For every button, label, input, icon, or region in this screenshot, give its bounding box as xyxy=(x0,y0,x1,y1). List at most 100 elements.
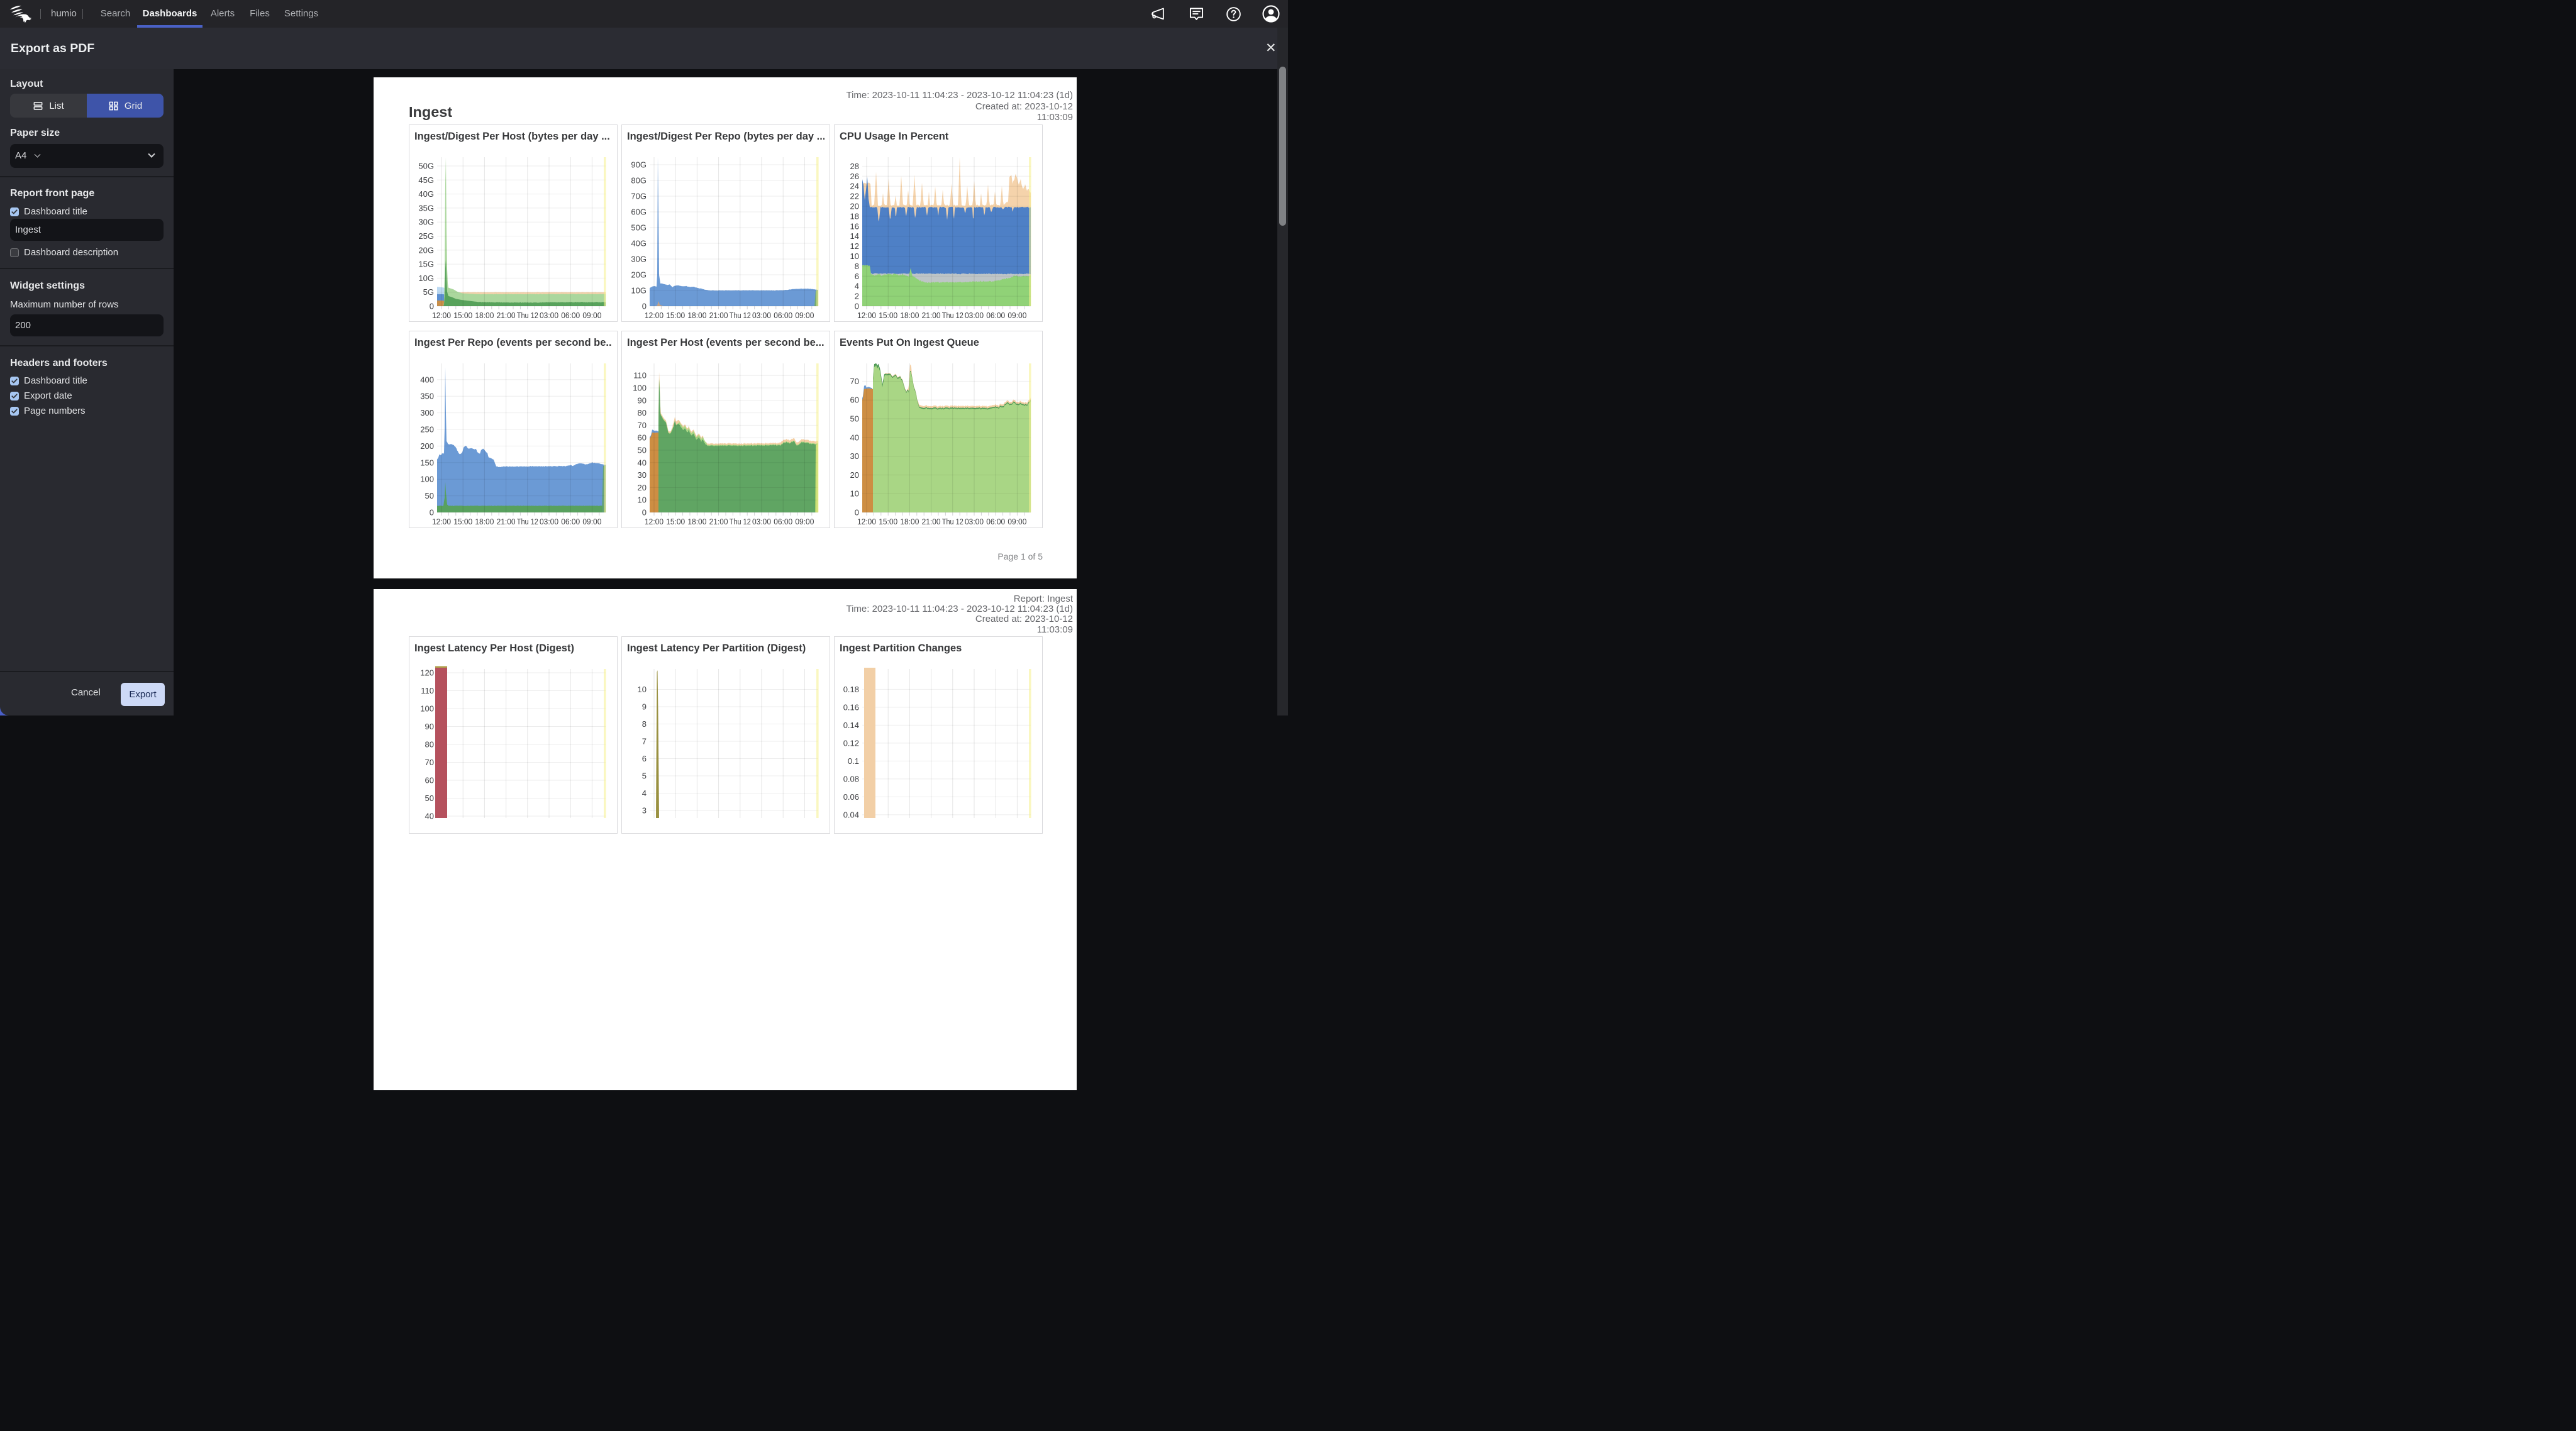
svg-text:90: 90 xyxy=(425,722,434,731)
svg-text:12:00: 12:00 xyxy=(432,311,451,320)
svg-text:50G: 50G xyxy=(631,223,647,233)
svg-text:12:00: 12:00 xyxy=(645,517,663,526)
svg-text:400: 400 xyxy=(420,375,434,384)
svg-text:12:00: 12:00 xyxy=(857,311,876,320)
svg-text:300: 300 xyxy=(420,408,434,417)
svg-text:18:00: 18:00 xyxy=(900,517,919,526)
svg-text:06:00: 06:00 xyxy=(561,517,580,526)
svg-text:50G: 50G xyxy=(418,162,434,171)
svg-text:50: 50 xyxy=(638,446,647,455)
svg-text:09:00: 09:00 xyxy=(582,311,601,320)
svg-text:8: 8 xyxy=(855,262,859,271)
svg-text:40: 40 xyxy=(425,812,434,821)
svg-text:03:00: 03:00 xyxy=(965,517,984,526)
svg-text:45G: 45G xyxy=(418,175,434,185)
svg-text:15:00: 15:00 xyxy=(453,517,472,526)
svg-text:0.16: 0.16 xyxy=(843,702,859,712)
svg-text:15G: 15G xyxy=(418,260,434,269)
svg-text:0.14: 0.14 xyxy=(843,721,859,730)
svg-text:100: 100 xyxy=(420,704,434,714)
svg-text:14: 14 xyxy=(850,231,859,241)
svg-text:09:00: 09:00 xyxy=(1008,311,1026,320)
svg-text:2: 2 xyxy=(855,292,859,301)
svg-text:0.06: 0.06 xyxy=(843,792,859,802)
svg-text:90: 90 xyxy=(638,395,647,405)
svg-text:70: 70 xyxy=(850,377,859,386)
svg-text:06:00: 06:00 xyxy=(774,517,792,526)
svg-text:200: 200 xyxy=(420,441,434,451)
svg-text:03:00: 03:00 xyxy=(540,517,558,526)
svg-text:Thu 12: Thu 12 xyxy=(730,517,751,526)
svg-text:10: 10 xyxy=(850,489,859,499)
svg-text:16: 16 xyxy=(850,221,859,231)
svg-text:150: 150 xyxy=(420,458,434,467)
svg-text:Thu 12: Thu 12 xyxy=(517,311,538,320)
svg-text:21:00: 21:00 xyxy=(497,517,516,526)
svg-text:35G: 35G xyxy=(418,203,434,213)
svg-text:10G: 10G xyxy=(418,273,434,283)
svg-text:80: 80 xyxy=(425,740,434,749)
svg-text:26: 26 xyxy=(850,172,859,181)
svg-text:5G: 5G xyxy=(423,287,434,297)
svg-text:30G: 30G xyxy=(418,218,434,227)
svg-text:50: 50 xyxy=(425,491,434,500)
svg-text:12:00: 12:00 xyxy=(645,311,663,320)
svg-text:0: 0 xyxy=(855,302,859,311)
svg-text:21:00: 21:00 xyxy=(922,311,941,320)
svg-text:70: 70 xyxy=(425,758,434,767)
svg-text:30: 30 xyxy=(850,451,859,461)
svg-text:9: 9 xyxy=(642,702,647,712)
svg-text:100: 100 xyxy=(420,475,434,484)
svg-text:3: 3 xyxy=(642,806,647,815)
svg-text:4: 4 xyxy=(642,788,647,798)
svg-text:120: 120 xyxy=(420,668,434,678)
svg-text:21:00: 21:00 xyxy=(709,517,728,526)
svg-text:20: 20 xyxy=(850,470,859,480)
svg-text:06:00: 06:00 xyxy=(986,311,1005,320)
svg-text:0: 0 xyxy=(430,508,434,517)
svg-text:18:00: 18:00 xyxy=(687,517,706,526)
svg-text:18: 18 xyxy=(850,211,859,221)
svg-text:18:00: 18:00 xyxy=(900,311,919,320)
svg-text:350: 350 xyxy=(420,392,434,401)
svg-text:6: 6 xyxy=(855,272,859,281)
svg-text:21:00: 21:00 xyxy=(497,311,516,320)
svg-text:09:00: 09:00 xyxy=(1008,517,1026,526)
svg-text:0.08: 0.08 xyxy=(843,774,859,783)
svg-text:80: 80 xyxy=(638,408,647,417)
svg-text:06:00: 06:00 xyxy=(774,311,792,320)
svg-text:60: 60 xyxy=(850,395,859,405)
svg-text:25G: 25G xyxy=(418,231,434,241)
svg-text:03:00: 03:00 xyxy=(752,517,771,526)
svg-text:10: 10 xyxy=(638,685,647,694)
svg-text:20G: 20G xyxy=(631,270,647,280)
svg-text:18:00: 18:00 xyxy=(475,517,494,526)
svg-text:15:00: 15:00 xyxy=(879,517,897,526)
svg-text:10G: 10G xyxy=(631,286,647,296)
svg-text:20G: 20G xyxy=(418,245,434,255)
svg-text:21:00: 21:00 xyxy=(709,311,728,320)
svg-text:15:00: 15:00 xyxy=(666,517,685,526)
svg-text:60G: 60G xyxy=(631,207,647,217)
svg-text:10: 10 xyxy=(850,251,859,261)
svg-text:0.18: 0.18 xyxy=(843,685,859,694)
svg-text:03:00: 03:00 xyxy=(965,311,984,320)
svg-text:50: 50 xyxy=(425,793,434,803)
svg-text:03:00: 03:00 xyxy=(752,311,771,320)
svg-text:0: 0 xyxy=(642,508,647,517)
svg-text:10: 10 xyxy=(638,495,647,505)
svg-text:40: 40 xyxy=(850,433,859,442)
svg-text:06:00: 06:00 xyxy=(986,517,1005,526)
svg-text:8: 8 xyxy=(642,719,647,729)
svg-text:18:00: 18:00 xyxy=(687,311,706,320)
svg-text:09:00: 09:00 xyxy=(795,311,814,320)
svg-text:06:00: 06:00 xyxy=(561,311,580,320)
svg-text:0: 0 xyxy=(855,508,859,517)
svg-text:24: 24 xyxy=(850,182,859,191)
svg-text:15:00: 15:00 xyxy=(453,311,472,320)
svg-text:110: 110 xyxy=(633,371,647,380)
svg-text:Thu 12: Thu 12 xyxy=(942,517,963,526)
svg-text:6: 6 xyxy=(642,754,647,763)
svg-text:80G: 80G xyxy=(631,176,647,185)
svg-text:0: 0 xyxy=(430,302,434,311)
